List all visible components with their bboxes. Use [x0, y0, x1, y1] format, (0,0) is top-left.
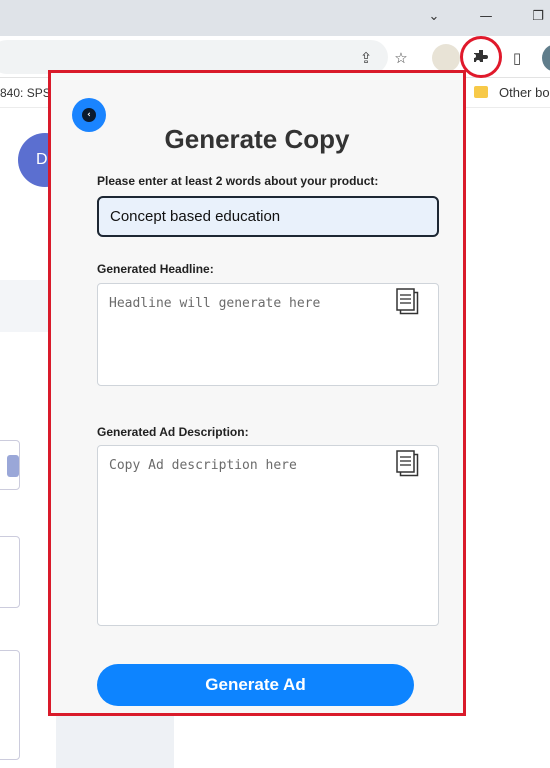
description-label: Generated Ad Description: [97, 425, 249, 439]
page-textarea [0, 536, 20, 608]
profile-badge-icon[interactable] [432, 44, 460, 72]
page-footer-block [56, 715, 174, 768]
generate-ad-button[interactable]: Generate Ad [97, 664, 414, 706]
back-arrow-icon: ‹ [82, 108, 96, 122]
description-output[interactable] [97, 445, 439, 626]
headline-label: Generated Headline: [97, 262, 214, 276]
browser-titlebar: ⌄ — ❐ [0, 0, 550, 36]
bookmark-item[interactable]: 840: SPS [0, 86, 51, 100]
copy-description-icon[interactable] [396, 450, 420, 478]
copy-headline-icon[interactable] [396, 288, 420, 316]
side-panel-icon[interactable]: ▯ [507, 48, 527, 68]
other-bookmarks[interactable]: Other bo [499, 85, 550, 100]
headline-output[interactable] [97, 283, 439, 386]
product-prompt-label: Please enter at least 2 words about your… [97, 174, 379, 188]
page-band [0, 280, 50, 332]
highlight-circle [460, 36, 502, 78]
page-card [0, 440, 20, 490]
chevron-down-icon[interactable]: ⌄ [422, 6, 446, 28]
minimize-icon[interactable]: — [474, 6, 498, 28]
restore-icon[interactable]: ❐ [526, 6, 550, 28]
share-icon[interactable]: ⇪ [356, 48, 376, 68]
address-bar[interactable] [0, 40, 388, 74]
folder-icon [474, 86, 488, 98]
page-textarea [0, 650, 20, 760]
star-icon[interactable]: ☆ [391, 48, 411, 68]
page-title: Generate Copy [164, 124, 350, 154]
product-input[interactable] [97, 196, 439, 237]
